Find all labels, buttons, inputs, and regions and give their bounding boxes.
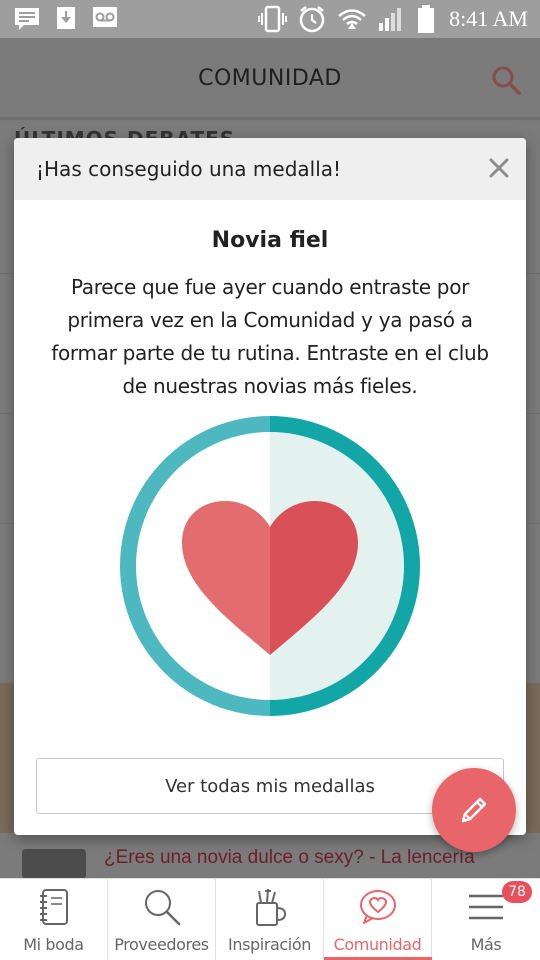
medal-dialog: ¡Has conseguido una medalla! Novia fiel … <box>14 138 526 835</box>
search-icon <box>144 890 180 926</box>
bottom-navigation: Mi boda Proveedores Inspiración Comunida… <box>0 878 540 960</box>
nav-item-inspiracion[interactable]: Inspiración <box>216 879 324 960</box>
page-title: COMUNIDAD <box>198 66 342 91</box>
nav-item-mi-boda[interactable]: Mi boda <box>0 879 108 960</box>
notification-badge: 78 <box>502 881 532 903</box>
search-icon[interactable] <box>490 64 522 96</box>
signal-icon <box>379 8 402 31</box>
system-icons: 8:41 AM <box>257 4 528 34</box>
article-thumbnail <box>22 849 86 879</box>
voicemail-icon <box>93 7 117 27</box>
download-icon <box>57 7 75 29</box>
nav-item-comunidad[interactable]: Comunidad <box>324 879 432 960</box>
menu-icon <box>469 894 503 920</box>
heart-medal-icon <box>120 416 420 716</box>
nav-label: Más <box>470 935 502 954</box>
dialog-title: ¡Has conseguido una medalla! <box>36 157 342 181</box>
medal-name: Novia fiel <box>211 228 329 253</box>
nav-label: Mi boda <box>23 935 84 954</box>
clock: 8:41 AM <box>449 6 528 31</box>
nav-label: Proveedores <box>114 935 209 954</box>
article-item[interactable]: ¿Eres una novia dulce o sexy? - La lence… <box>0 845 540 879</box>
medal-description: Parece que fue ayer cuando entraste por … <box>51 275 489 398</box>
close-button[interactable] <box>486 155 512 181</box>
article-title: ¿Eres una novia dulce o sexy? - La lence… <box>104 847 475 868</box>
status-bar: 8:41 AM <box>0 0 540 38</box>
nav-item-proveedores[interactable]: Proveedores <box>108 879 216 960</box>
vibrate-icon <box>258 5 288 33</box>
pencil-icon <box>461 797 487 823</box>
wifi-icon <box>338 9 366 29</box>
notebook-icon <box>39 889 68 925</box>
nav-label: Comunidad <box>333 935 422 954</box>
notification-icons <box>14 6 118 30</box>
heart-chat-icon <box>359 890 396 924</box>
mug-icon <box>255 888 286 926</box>
dialog-header: ¡Has conseguido una medalla! <box>14 138 526 200</box>
alarm-icon <box>299 6 325 33</box>
close-icon <box>489 158 509 178</box>
compose-button[interactable] <box>432 768 516 852</box>
app-header: COMUNIDAD <box>0 38 540 120</box>
nav-item-mas[interactable]: Más 78 <box>432 879 540 960</box>
nav-label: Inspiración <box>228 935 311 954</box>
message-icon <box>15 8 39 30</box>
battery-icon <box>418 5 435 33</box>
